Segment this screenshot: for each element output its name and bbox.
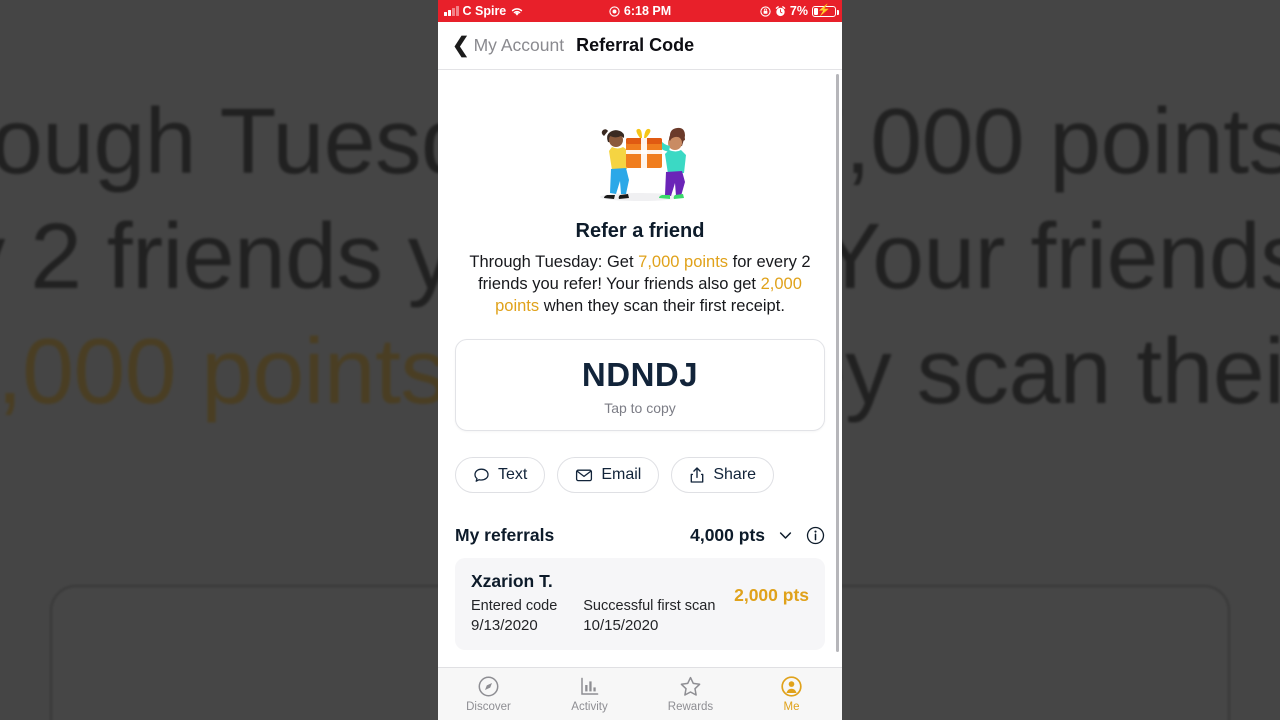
chevron-down-icon[interactable] bbox=[777, 527, 794, 544]
refer-a-friend-title: Refer a friend bbox=[575, 220, 705, 242]
two-people-carrying-gift-illustration bbox=[600, 127, 686, 201]
navigation-bar: ❮ My Account Referral Code bbox=[438, 22, 842, 70]
signal-bars-icon bbox=[444, 6, 459, 16]
background-line3-gold: 2,000 points bbox=[0, 319, 447, 423]
entered-code-date: 9/13/2020 bbox=[471, 617, 538, 634]
tab-me[interactable]: Me bbox=[741, 668, 842, 720]
refer-a-friend-description: Through Tuesday: Get 7,000 points for ev… bbox=[438, 251, 842, 317]
tab-me-label: Me bbox=[783, 701, 800, 713]
my-referrals-title: My referrals bbox=[455, 525, 555, 545]
tab-activity[interactable]: Activity bbox=[539, 668, 640, 720]
rotation-lock-icon bbox=[760, 5, 771, 17]
desc-part-0: Through Tuesday: Get bbox=[469, 253, 639, 271]
tab-rewards-label: Rewards bbox=[667, 701, 714, 713]
person-circle-icon bbox=[781, 676, 802, 697]
bar-chart-icon bbox=[581, 677, 599, 695]
compass-icon bbox=[478, 676, 499, 697]
status-bar: C Spire 6:18 PM 7% ⚡ bbox=[438, 0, 842, 22]
referral-entered-code-col: Entered code 9/13/2020 bbox=[471, 597, 557, 636]
battery-percent-label: 7% bbox=[789, 4, 808, 18]
text-share-button-label: Text bbox=[498, 466, 528, 483]
first-scan-date: 10/15/2020 bbox=[583, 617, 659, 634]
tap-to-copy-hint: Tap to copy bbox=[604, 400, 676, 416]
status-bar-left: C Spire bbox=[444, 4, 524, 18]
referral-code-card[interactable]: NDNDJ Tap to copy bbox=[455, 339, 825, 431]
carrier-label: C Spire bbox=[462, 4, 507, 18]
status-bar-time: 6:18 PM bbox=[623, 4, 672, 18]
location-services-icon bbox=[609, 5, 620, 17]
tab-activity-label: Activity bbox=[571, 701, 608, 713]
my-referrals-header: My referrals 4,000 pts bbox=[438, 525, 842, 546]
first-scan-label: Successful first scan bbox=[583, 598, 716, 614]
share-options-row: Text Email Share bbox=[438, 457, 842, 493]
share-upload-icon bbox=[690, 467, 704, 483]
email-share-button-label: Email bbox=[601, 466, 642, 483]
status-bar-right: 7% ⚡ bbox=[760, 4, 839, 18]
share-button[interactable]: Share bbox=[671, 457, 775, 493]
tab-discover[interactable]: Discover bbox=[438, 668, 539, 720]
tab-rewards[interactable]: Rewards bbox=[640, 668, 741, 720]
vertical-scrollbar[interactable] bbox=[836, 74, 839, 652]
wifi-icon bbox=[512, 7, 523, 16]
page-title: Referral Code bbox=[576, 35, 695, 55]
referrals-list: Xzarion T. 2,000 pts Entered code 9/13/2… bbox=[455, 558, 825, 650]
desc-part-4: when they scan their first receipt. bbox=[539, 297, 785, 315]
scroll-content[interactable]: Refer a friend Through Tuesday: Get 7,00… bbox=[438, 70, 842, 667]
referral-first-scan-col: Successful first scan 10/15/2020 bbox=[583, 597, 715, 636]
alarm-clock-icon bbox=[775, 5, 786, 16]
back-button[interactable]: ❮ My Account bbox=[452, 35, 564, 56]
back-button-label: My Account bbox=[473, 35, 565, 55]
referral-code-value: NDNDJ bbox=[581, 356, 699, 393]
share-button-label: Share bbox=[713, 466, 757, 483]
info-circle-icon[interactable] bbox=[806, 526, 825, 545]
message-bubble-icon bbox=[474, 468, 489, 482]
entered-code-label: Entered code bbox=[471, 598, 558, 614]
text-share-button[interactable]: Text bbox=[455, 457, 546, 493]
table-row[interactable]: Xzarion T. 2,000 pts Entered code 9/13/2… bbox=[455, 558, 825, 650]
star-icon bbox=[680, 676, 701, 696]
desc-part-1-highlight: 7,000 points bbox=[638, 253, 729, 271]
tab-discover-label: Discover bbox=[466, 701, 511, 713]
envelope-icon bbox=[576, 469, 593, 482]
referral-points: 2,000 pts bbox=[734, 585, 809, 605]
my-referrals-header-right: 4,000 pts bbox=[690, 525, 825, 546]
my-referrals-total-points: 4,000 pts bbox=[690, 525, 765, 545]
email-share-button[interactable]: Email bbox=[557, 457, 660, 493]
bottom-tab-bar: Discover Activity Rewards Me bbox=[438, 667, 842, 720]
phone-screen: C Spire 6:18 PM 7% ⚡ ❮ My Account Referr… bbox=[438, 0, 842, 720]
battery-charging-icon: ⚡ bbox=[812, 5, 839, 17]
chevron-left-icon: ❮ bbox=[452, 34, 470, 57]
